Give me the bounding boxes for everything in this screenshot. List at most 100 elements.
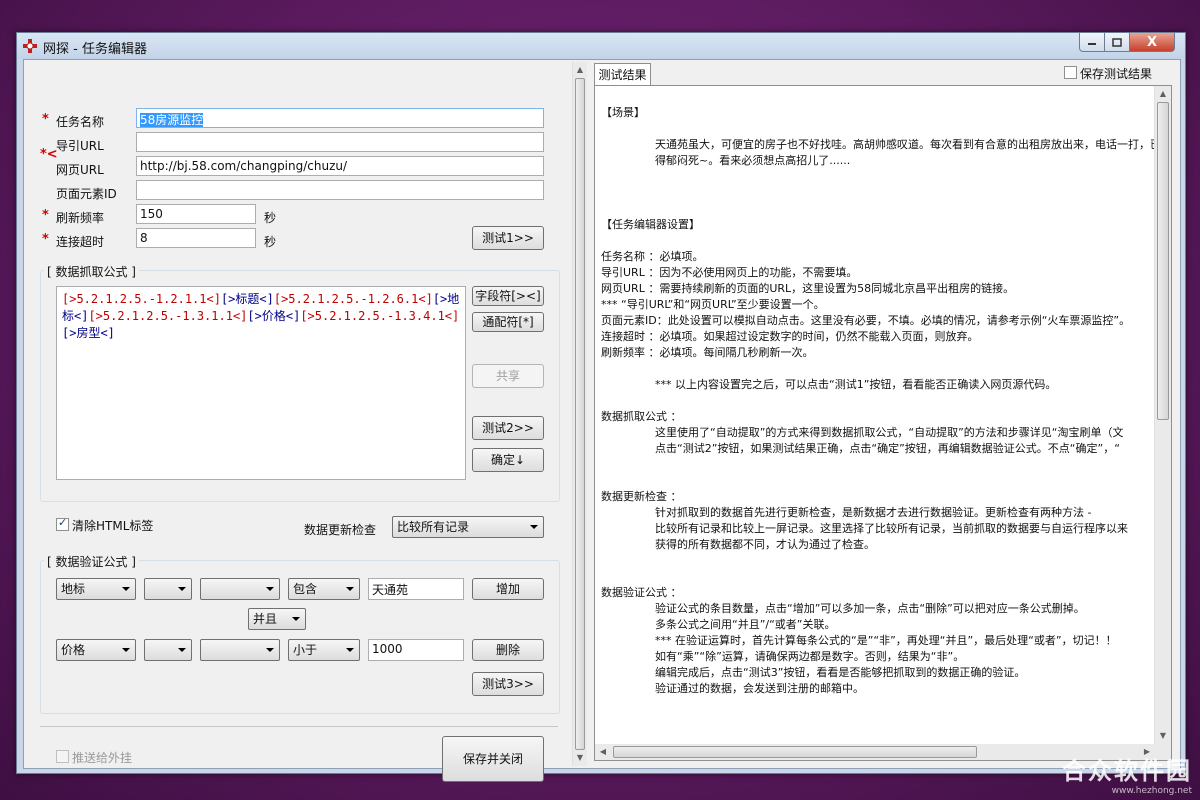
validation-compare-dropdown[interactable]: 小于 <box>288 639 360 661</box>
update-check-dropdown[interactable]: 比较所有记录 <box>392 516 544 538</box>
result-line: 网页URL ：需要持续刷新的页面的URL，这里设置为58同城北京昌平出租房的链接… <box>601 282 1015 295</box>
validation-value-input[interactable]: 1000 <box>368 639 464 661</box>
confirm-button[interactable]: 确定↓ <box>472 448 544 472</box>
validation-field-value: 价格 <box>61 643 86 657</box>
refresh-rate-input[interactable]: 150 <box>136 204 256 224</box>
logic-value: 并且 <box>253 612 278 626</box>
validation-compare-value: 小于 <box>293 643 318 657</box>
required-mark: * <box>42 232 49 247</box>
left-scrollbar[interactable]: ▲ ▼ <box>572 62 587 766</box>
push-to-plugin-label: 推送给外挂 <box>72 751 133 765</box>
scroll-left-icon[interactable]: ◀ <box>595 744 611 760</box>
task-name-value: 58房源监控 <box>140 113 204 127</box>
chevron-down-icon <box>122 587 130 591</box>
client-area: * 任务名称 58房源监控 导引URL *< 网页URL http://bj.5… <box>23 59 1181 782</box>
chevron-down-icon <box>122 648 130 652</box>
results-hscroll-thumb[interactable] <box>613 746 977 758</box>
tab-test-results[interactable]: 测试结果 <box>594 63 651 86</box>
result-line: 数据抓取公式 ： <box>601 410 682 423</box>
result-line: 获得的所有数据都不同，才认为通过了检查。 <box>655 538 875 551</box>
test2-button[interactable]: 测试2>> <box>472 416 544 440</box>
validation-operator-dropdown[interactable] <box>144 639 192 661</box>
validation-operator-dropdown[interactable] <box>144 578 192 600</box>
result-line: 如有“乘”“除”运算，请确保两边都是数字。否则，结果为“非”。 <box>655 650 965 663</box>
validation-group-title: [ 数据验证公式 ] <box>44 553 139 570</box>
results-vscroll-thumb[interactable] <box>1157 102 1169 420</box>
result-line: 【任务编辑器设置】 <box>601 218 700 231</box>
page-url-label: 网页URL <box>56 163 104 177</box>
scroll-down-icon[interactable]: ▼ <box>1155 728 1171 744</box>
timeout-unit: 秒 <box>264 235 277 249</box>
validation-operand-dropdown[interactable] <box>200 578 280 600</box>
required-mark: * <box>42 208 49 223</box>
delete-condition-button[interactable]: 删除 <box>472 639 544 661</box>
task-name-label: 任务名称 <box>56 115 105 129</box>
page-element-id-input[interactable] <box>136 180 544 200</box>
results-vertical-scrollbar[interactable]: ▲ ▼ <box>1154 86 1171 744</box>
logic-dropdown[interactable]: 并且 <box>248 608 306 630</box>
close-button[interactable]: X <box>1129 33 1175 52</box>
extraction-formula-editor[interactable]: [>5.2.1.2.5.-1.2.1.1<][>标题<][>5.2.1.2.5.… <box>56 286 466 480</box>
result-line: 连接超时 ：必填项。如果超过设定数字的时间，仍然不能载入页面，则放弃。 <box>601 330 979 343</box>
test1-button[interactable]: 测试1>> <box>472 226 544 250</box>
result-line: 点击“测试2”按钮，如果测试结果正确，点击“确定”按钮，再编辑数据验证公式。不点… <box>655 442 1120 455</box>
result-line: 数据更新检查 ： <box>601 490 682 503</box>
save-results-label: 保存测试结果 <box>1080 67 1153 81</box>
result-line: *** 在验证运算时，首先计算每条公式的“是”“非”，再处理“并且”，最后处理“… <box>655 634 1117 647</box>
validation-value-input[interactable]: 天通苑 <box>368 578 464 600</box>
result-line: 编辑完成后，点击“测试3”按钮，看看是否能够把抓取到的数据正确的验证。 <box>655 666 1026 679</box>
task-name-input[interactable]: 58房源监控 <box>136 108 544 128</box>
result-line: 多条公式之间用“并且”/“或者”关联。 <box>655 618 836 631</box>
extraction-group-title: [ 数据抓取公式 ] <box>44 263 139 280</box>
minimize-button[interactable] <box>1079 33 1105 52</box>
validation-field-dropdown[interactable]: 地标 <box>56 578 136 600</box>
result-line: 【场景】 <box>601 106 645 119</box>
strip-html-checkbox[interactable] <box>56 516 69 531</box>
chevron-down-icon <box>178 648 186 652</box>
formula-field-token: [>房型<] <box>62 326 115 340</box>
title-bar[interactable]: 网探 - 任务编辑器 X <box>17 33 1185 59</box>
maximize-button[interactable] <box>1104 33 1130 52</box>
scroll-up-icon[interactable]: ▲ <box>1155 86 1171 102</box>
result-line: 天通苑虽大，可便宜的房子也不好找哇。高胡帅感叹道。每次看到有合意的出租房放出来，… <box>655 138 1161 151</box>
validation-compare-value: 包含 <box>293 582 318 596</box>
formula-code-token: [>5.2.1.2.5.-1.3.4.1<] <box>300 309 460 323</box>
wildcard-button[interactable]: 通配符[*] <box>472 312 544 332</box>
page-url-input[interactable]: http://bj.58.com/changping/chuzu/ <box>136 156 544 176</box>
chevron-down-icon <box>292 617 300 621</box>
update-check-value: 比较所有记录 <box>397 520 470 534</box>
minimize-icon <box>1088 43 1096 45</box>
refresh-rate-unit: 秒 <box>264 211 277 225</box>
result-line: 刷新频率 ：必填项。每间隔几秒刷新一次。 <box>601 346 814 359</box>
chevron-down-icon <box>178 587 186 591</box>
left-scrollbar-thumb[interactable] <box>575 78 585 750</box>
result-line: 验证公式的条目数量，点击“增加”可以多加一条，点击“删除”可以把对应一条公式删掉… <box>655 602 1085 615</box>
watermark-url: www.hezhong.net <box>1111 786 1192 796</box>
validation-field-dropdown[interactable]: 价格 <box>56 639 136 661</box>
add-condition-button[interactable]: 增加 <box>472 578 544 600</box>
validation-compare-dropdown[interactable]: 包含 <box>288 578 360 600</box>
result-line: 针对抓取到的数据首先进行更新检查，是新数据才去进行数据验证。更新检查有两种方法 … <box>655 506 1092 519</box>
result-line: 数据验证公式 ： <box>601 586 682 599</box>
formula-code-token: [>5.2.1.2.5.-1.3.1.1<] <box>88 309 248 323</box>
app-icon <box>23 39 37 53</box>
test3-button[interactable]: 测试3>> <box>472 672 544 696</box>
formula-code-token: [>5.2.1.2.5.-1.2.6.1<] <box>273 292 433 306</box>
watermark: 合众软件园 www.hezhong.net <box>1062 751 1192 796</box>
result-line: 页面元素ID：此处设置可以模拟自动点击。这里没有必要，不填。必填的情况，请参考示… <box>601 314 1131 327</box>
test-results-pane[interactable]: 【场景】天通苑虽大，可便宜的房子也不好找哇。高胡帅感叹道。每次看到有合意的出租房… <box>594 85 1172 761</box>
formula-code-token: [>5.2.1.2.5.-1.2.1.1<] <box>62 292 221 306</box>
field-symbol-button[interactable]: 字段符[><] <box>472 286 544 306</box>
save-results-checkbox[interactable] <box>1064 66 1077 79</box>
scroll-up-icon[interactable]: ▲ <box>573 62 587 78</box>
scroll-down-icon[interactable]: ▼ <box>573 750 587 766</box>
validation-field-value: 地标 <box>61 582 86 596</box>
validation-operand-dropdown[interactable] <box>200 639 280 661</box>
page-element-id-label: 页面元素ID <box>56 187 117 201</box>
save-and-close-button[interactable]: 保存并关闭 <box>442 736 544 782</box>
referrer-url-input[interactable] <box>136 132 544 152</box>
timeout-input[interactable]: 8 <box>136 228 256 248</box>
close-icon: X <box>1146 34 1158 50</box>
push-to-plugin-checkbox[interactable] <box>56 750 69 763</box>
share-button[interactable]: 共享 <box>472 364 544 388</box>
